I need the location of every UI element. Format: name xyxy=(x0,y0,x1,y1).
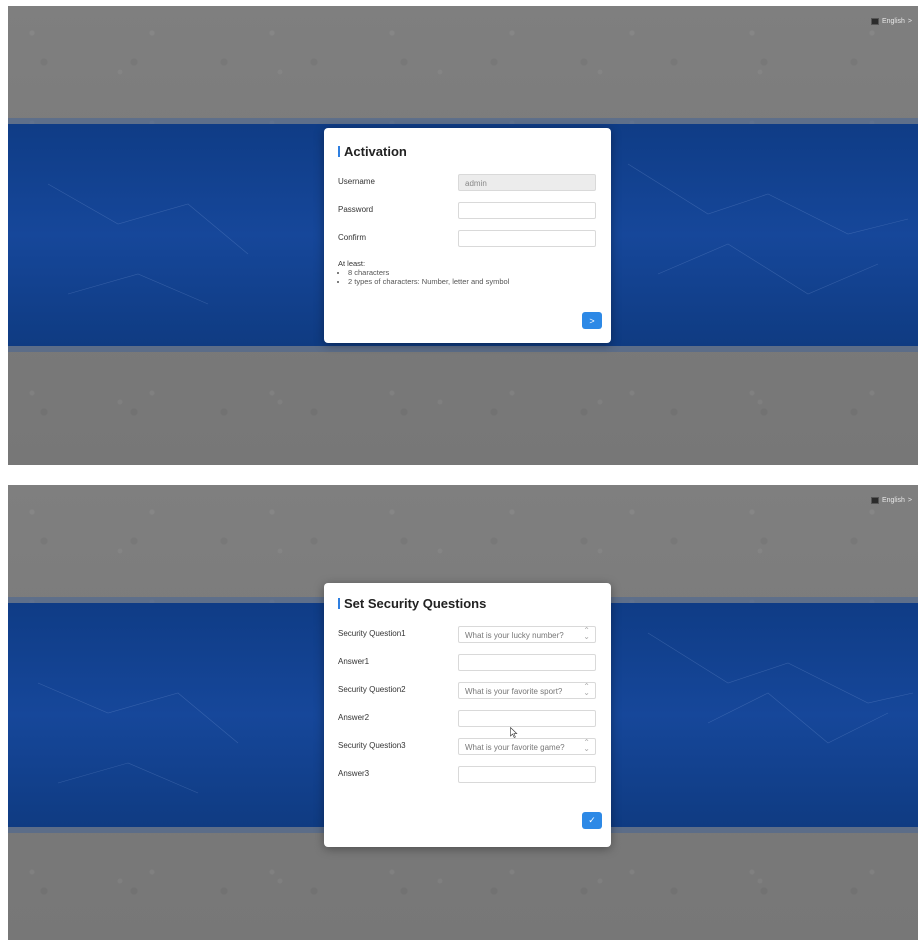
language-flag-icon xyxy=(870,18,879,25)
activation-title: Activation xyxy=(344,144,407,159)
requirements-title: At least: xyxy=(338,259,366,268)
language-label: English xyxy=(881,18,905,25)
next-button[interactable]: > xyxy=(582,312,602,329)
answer3-label: Answer3 xyxy=(338,769,370,778)
security-question2-row: Security Question2 What is your favorite… xyxy=(338,682,597,702)
confirm-button[interactable]: ✓ xyxy=(582,812,602,829)
language-flag-icon xyxy=(870,497,879,504)
language-label: English xyxy=(881,497,905,504)
security-question2-label: Security Question2 xyxy=(338,685,406,694)
confirm-row: Confirm xyxy=(338,230,597,250)
select-arrows-icon: ⌃ ⌄ xyxy=(583,682,590,697)
chevron-right-icon: > xyxy=(907,18,912,25)
password-row: Password xyxy=(338,202,597,222)
security-question2-select[interactable]: What is your favorite sport? ⌃ ⌄ xyxy=(458,682,596,699)
next-arrow-icon: > xyxy=(589,315,595,326)
title-accent-bar xyxy=(338,146,340,157)
selected-question: What is your favorite sport? xyxy=(465,687,563,696)
requirement-item: 2 types of characters: Number, letter an… xyxy=(348,277,509,286)
username-label: Username xyxy=(338,177,375,186)
security-questions-title: Set Security Questions xyxy=(344,596,487,611)
selected-question: What is your favorite game? xyxy=(465,743,565,752)
select-arrows-icon: ⌃ ⌄ xyxy=(583,626,590,641)
answer2-label: Answer2 xyxy=(338,713,370,722)
card-title: Activation xyxy=(338,144,407,159)
security-questions-screen: English > Set Security Questions Securit… xyxy=(8,485,918,940)
mouse-cursor-icon xyxy=(510,727,518,738)
language-selector[interactable]: English > xyxy=(870,18,912,25)
answer2-row: Answer2 xyxy=(338,710,597,730)
answer3-row: Answer3 xyxy=(338,766,597,786)
chevron-right-icon: > xyxy=(907,497,912,504)
selected-question: What is your lucky number? xyxy=(465,631,564,640)
security-question3-label: Security Question3 xyxy=(338,741,406,750)
security-questions-card: Set Security Questions Security Question… xyxy=(324,583,611,847)
answer2-field[interactable] xyxy=(458,710,596,727)
security-question1-label: Security Question1 xyxy=(338,629,406,638)
security-question3-select[interactable]: What is your favorite game? ⌃ ⌄ xyxy=(458,738,596,755)
security-question3-row: Security Question3 What is your favorite… xyxy=(338,738,597,758)
answer3-field[interactable] xyxy=(458,766,596,783)
security-question1-row: Security Question1 What is your lucky nu… xyxy=(338,626,597,646)
password-field[interactable] xyxy=(458,202,596,219)
answer1-label: Answer1 xyxy=(338,657,370,666)
title-accent-bar xyxy=(338,598,340,609)
confirm-label: Confirm xyxy=(338,233,367,242)
security-question1-select[interactable]: What is your lucky number? ⌃ ⌄ xyxy=(458,626,596,643)
confirm-password-field[interactable] xyxy=(458,230,596,247)
password-label: Password xyxy=(338,205,374,214)
checkmark-icon: ✓ xyxy=(588,815,596,825)
username-field: admin xyxy=(458,174,596,191)
card-title: Set Security Questions xyxy=(338,596,486,611)
activation-card: Activation Username admin Password Confi… xyxy=(324,128,611,343)
language-selector[interactable]: English > xyxy=(870,497,912,504)
requirement-item: 8 characters xyxy=(348,268,509,277)
answer1-field[interactable] xyxy=(458,654,596,671)
password-requirements: At least: 8 characters 2 types of charac… xyxy=(338,259,509,286)
select-arrows-icon: ⌃ ⌄ xyxy=(583,738,590,753)
activation-screen: English > Activation Username admin Pass… xyxy=(8,6,918,465)
username-row: Username admin xyxy=(338,174,597,194)
answer1-row: Answer1 xyxy=(338,654,597,674)
